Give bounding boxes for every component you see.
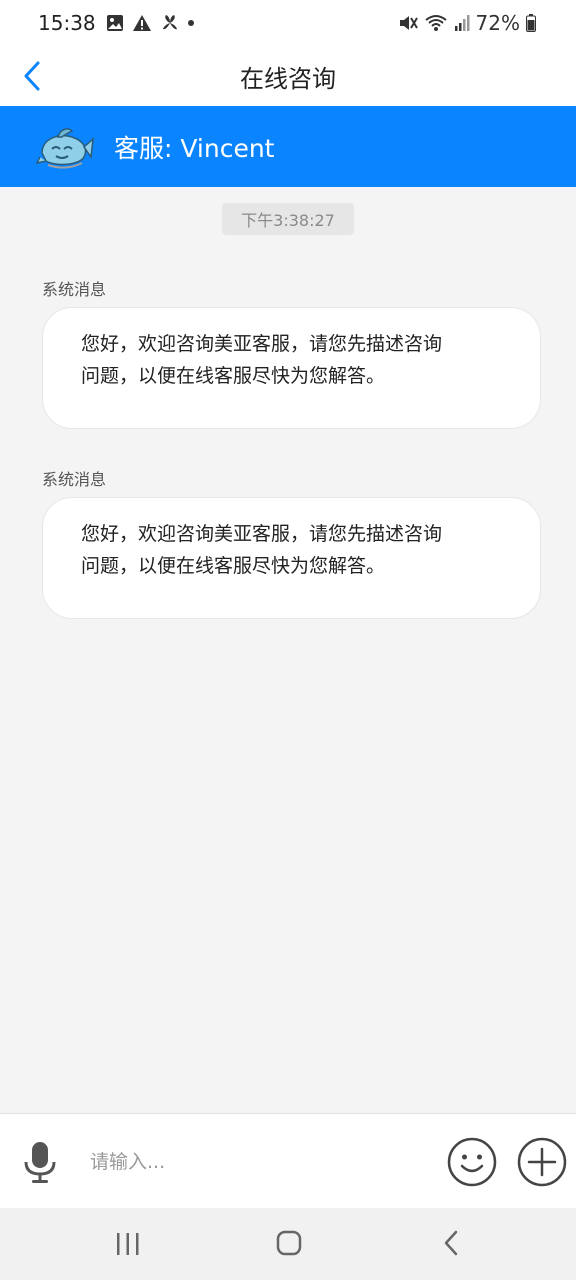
warning-icon [132,15,151,31]
mute-icon [399,16,418,30]
agent-bar: 客服: Vincent [0,106,576,187]
home-button[interactable] [274,1228,304,1258]
status-time: 15:38 [38,11,96,35]
nav-back-button[interactable] [438,1228,464,1258]
back-button[interactable] [10,54,54,98]
input-bar [0,1113,576,1208]
status-bar: 15:38 72% [0,0,576,46]
status-right: 72% [398,11,536,35]
message-bubble[interactable]: 您好，欢迎咨询美亚客服，请您先描述咨询 问题，以便在线客服尽快为您解答。 [42,307,541,429]
message-timestamp: 下午3:38:27 [222,203,354,235]
recent-apps-icon [117,1233,139,1255]
home-icon [276,1230,302,1256]
status-left-icons [106,13,194,33]
system-nav-bar [0,1208,576,1280]
dot-icon [187,20,194,26]
plus-icon [517,1137,567,1187]
message-sender: 系统消息 [42,470,107,489]
message-input[interactable] [78,1142,428,1182]
fish-avatar-icon [36,127,94,169]
signal-icon [454,15,470,31]
microphone-icon [24,1142,56,1183]
message-bubble[interactable]: 您好，欢迎咨询美亚客服，请您先描述咨询 问题，以便在线客服尽快为您解答。 [42,497,541,619]
emoji-icon [447,1137,497,1187]
chevron-left-icon [24,61,40,91]
recent-apps-button[interactable] [114,1230,142,1258]
emoji-button[interactable] [446,1136,498,1188]
more-button[interactable] [516,1136,568,1188]
battery-icon [526,14,536,32]
chat-area[interactable]: 下午3:38:27 系统消息 您好，欢迎咨询美亚客服，请您先描述咨询 问题，以便… [0,187,576,1113]
message-text-line: 您好，欢迎咨询美亚客服，请您先描述咨询 [81,333,443,355]
back-icon [444,1230,458,1256]
message-text-line: 问题，以便在线客服尽快为您解答。 [81,555,386,577]
gallery-icon [106,15,123,31]
wifi-icon [424,15,447,31]
message-text-line: 问题，以便在线客服尽快为您解答。 [81,365,386,387]
page-title: 在线咨询 [240,64,336,93]
fan-icon [162,15,177,30]
agent-name: 客服: Vincent [114,133,275,163]
message-text-line: 您好，欢迎咨询美亚客服，请您先描述咨询 [81,523,443,545]
battery-text: 72% [475,11,520,35]
app-header: 在线咨询 [0,46,576,106]
voice-button[interactable] [20,1140,60,1184]
message-sender: 系统消息 [42,280,107,299]
